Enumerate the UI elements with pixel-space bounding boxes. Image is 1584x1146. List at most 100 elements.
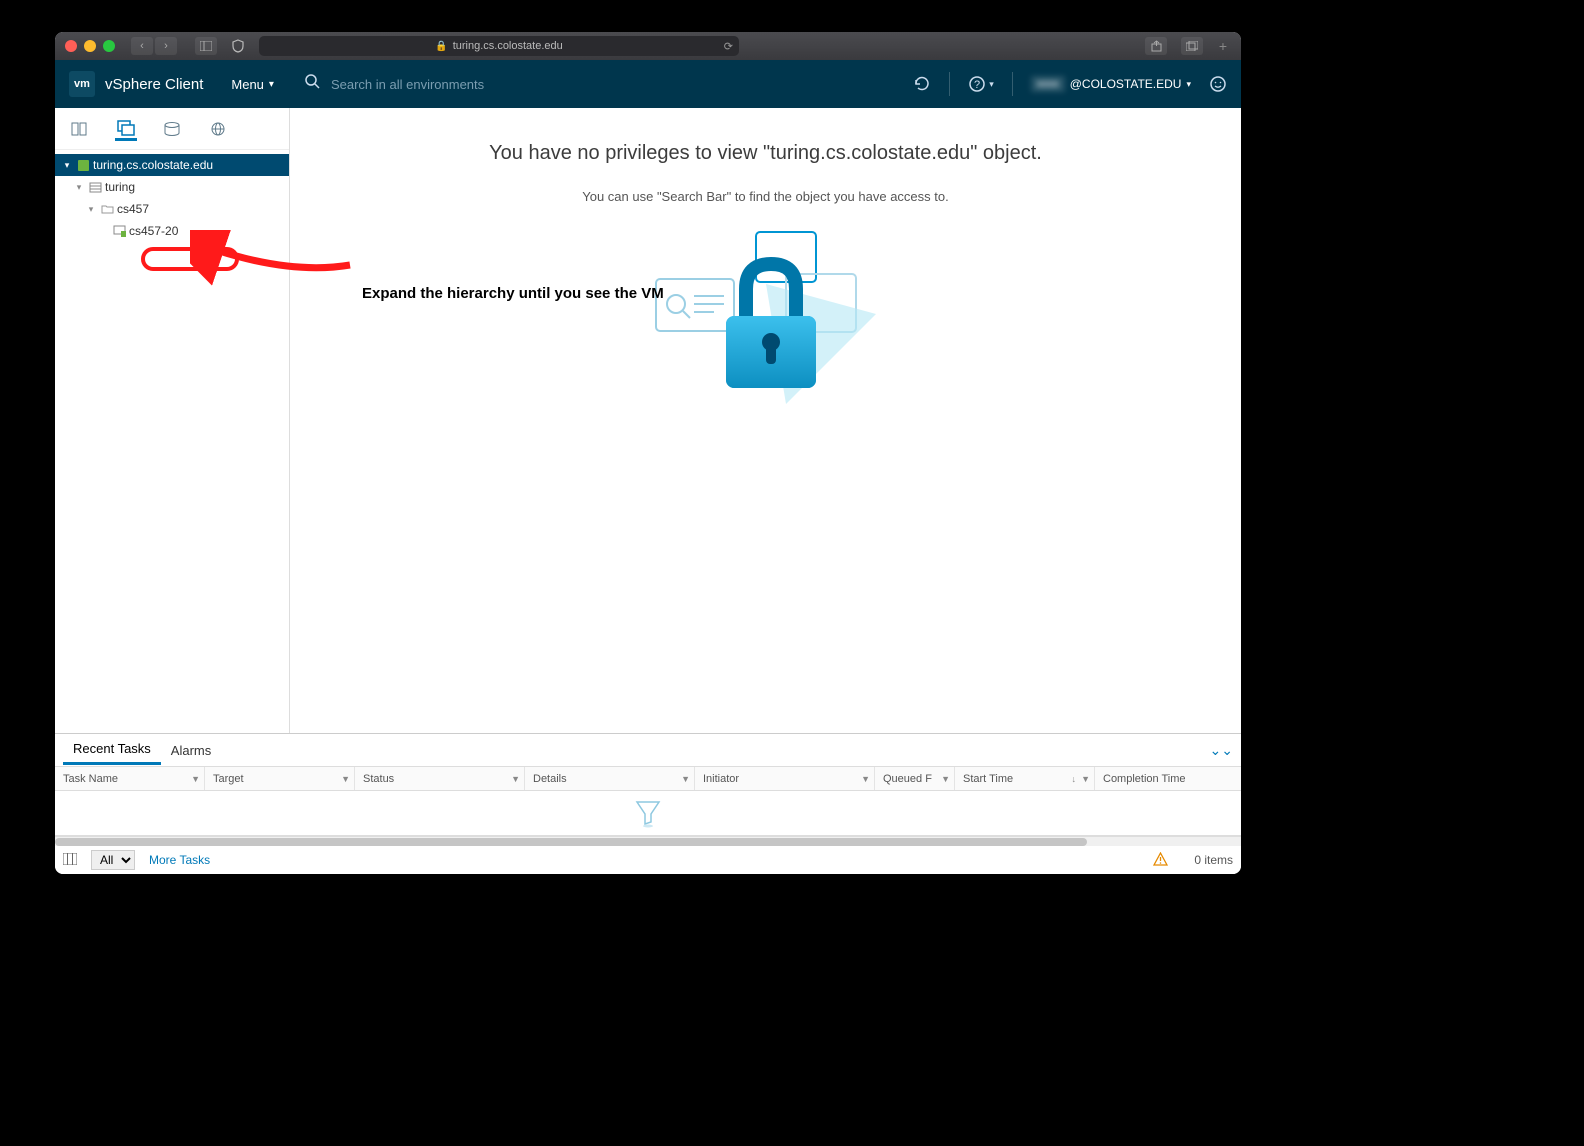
username-obscured: xxxx [1031,76,1065,92]
tree-label: cs457 [117,202,149,216]
user-menu[interactable]: xxxx @COLOSTATE.EDU ▾ [1031,76,1191,92]
close-window-button[interactable] [65,40,77,52]
filter-icon[interactable]: ▼ [511,774,520,784]
vms-templates-tab[interactable] [115,119,137,141]
tab-alarms[interactable]: Alarms [161,737,221,764]
hosts-clusters-tab[interactable] [69,118,91,140]
scrollbar-thumb[interactable] [55,838,1087,846]
tasks-filter-select[interactable]: All [91,850,135,870]
user-domain: @COLOSTATE.EDU [1070,77,1182,91]
no-privileges-subtitle: You can use "Search Bar" to find the obj… [582,189,948,204]
col-start-time[interactable]: Start Time↓▼ [955,767,1095,790]
sidebar-icon [200,41,212,51]
privacy-shield-button[interactable] [225,36,251,56]
tree-item-folder[interactable]: ▾ cs457 [55,198,289,220]
lock-icon: 🔒 [435,41,447,52]
vsphere-header: vm vSphere Client Menu ▾ ? ▾ xxxx @COLO [55,60,1241,108]
sort-icon[interactable]: ↓ [1072,774,1077,784]
tabs-icon [1186,41,1198,51]
chevron-down-icon: ▾ [1186,79,1191,90]
vm-icon [117,120,135,136]
svg-text:?: ? [974,79,980,91]
reload-icon[interactable]: ⟳ [724,40,733,53]
tree-item-datacenter[interactable]: ▾ turing [55,176,289,198]
shield-icon [231,39,245,53]
maximize-window-button[interactable] [103,40,115,52]
collapse-panel-button[interactable]: ⌄⌄ [1210,742,1233,759]
horizontal-scrollbar[interactable] [55,836,1241,846]
tasks-table-header: Task Name▼ Target▼ Status▼ Details▼ Init… [55,767,1241,791]
url-text: turing.cs.colostate.edu [453,40,563,52]
tree-label: turing.cs.colostate.edu [93,158,213,172]
col-status[interactable]: Status▼ [355,767,525,790]
forward-button[interactable]: › [155,37,177,55]
tree-item-vcenter[interactable]: ▾ turing.cs.colostate.edu [55,154,289,176]
col-task-name[interactable]: Task Name▼ [55,767,205,790]
storage-tab[interactable] [161,118,183,140]
feedback-button[interactable] [1209,75,1227,93]
refresh-icon [913,75,931,93]
column-picker-button[interactable] [63,853,77,868]
safari-sidebar-button[interactable] [195,37,217,55]
help-icon: ? [968,75,986,93]
filter-icon[interactable]: ▼ [1081,774,1090,784]
search-input[interactable] [331,77,631,92]
chevron-down-icon: ▾ [85,204,97,215]
menu-label: Menu [231,77,264,92]
tree-item-vm[interactable]: cs457-20 [55,220,289,242]
window-controls [65,40,115,52]
filter-icon[interactable]: ▼ [861,774,870,784]
new-tab-button[interactable]: + [1215,38,1231,54]
tasks-panel-tabs: Recent Tasks Alarms ⌄⌄ [55,734,1241,766]
tabs-button[interactable] [1181,37,1203,55]
menu-dropdown[interactable]: Menu ▾ [231,77,274,92]
items-count: 0 items [1194,853,1233,867]
back-button[interactable]: ‹ [131,37,153,55]
network-icon [209,121,227,137]
filter-icon[interactable]: ▼ [941,774,950,784]
no-privileges-title: You have no privileges to view "turing.c… [489,142,1042,165]
chevron-down-icon: ▾ [61,160,73,171]
nav-back-forward: ‹ › [131,37,177,55]
app-window: ‹ › 🔒 turing.cs.colostate.edu ⟳ + vm vSp… [55,32,1241,874]
col-details[interactable]: Details▼ [525,767,695,790]
lock-illustration [636,224,896,419]
vmware-logo: vm [69,71,95,97]
share-button[interactable] [1145,37,1167,55]
columns-icon [63,853,77,865]
filter-icon[interactable]: ▼ [341,774,350,784]
warning-icon[interactable] [1153,852,1168,869]
search-icon [304,73,321,95]
storage-icon [163,121,181,137]
minimize-window-button[interactable] [84,40,96,52]
funnel-icon [633,798,663,828]
datacenter-icon [88,180,102,194]
vm-running-icon [112,224,126,238]
col-queued[interactable]: Queued F▼ [875,767,955,790]
host-icon [71,121,89,137]
tasks-footer: All More Tasks 0 items [55,846,1241,874]
col-target[interactable]: Target▼ [205,767,355,790]
app-title: vSphere Client [105,76,203,93]
tab-recent-tasks[interactable]: Recent Tasks [63,735,161,765]
col-completion[interactable]: Completion Time [1095,767,1241,790]
safari-toolbar: ‹ › 🔒 turing.cs.colostate.edu ⟳ + [55,32,1241,60]
folder-icon [100,202,114,216]
inventory-sidebar: ▾ turing.cs.colostate.edu ▾ turing ▾ [55,108,290,733]
search-container [304,73,913,95]
help-button[interactable]: ? ▾ [968,75,994,93]
networking-tab[interactable] [207,118,229,140]
filter-icon[interactable]: ▼ [191,774,200,784]
refresh-button[interactable] [913,75,931,93]
tasks-panel: Recent Tasks Alarms ⌄⌄ Task Name▼ Target… [55,733,1241,874]
annotation-text: Expand the hierarchy until you see the V… [362,285,664,302]
more-tasks-link[interactable]: More Tasks [149,853,210,867]
filter-icon[interactable]: ▼ [681,774,690,784]
address-bar[interactable]: 🔒 turing.cs.colostate.edu ⟳ [259,36,739,56]
divider [949,72,950,96]
col-initiator[interactable]: Initiator▼ [695,767,875,790]
tasks-empty-state [55,791,1241,835]
chevron-down-icon: ▾ [73,182,85,193]
vcenter-icon [76,158,90,172]
tasks-table: Task Name▼ Target▼ Status▼ Details▼ Init… [55,766,1241,836]
